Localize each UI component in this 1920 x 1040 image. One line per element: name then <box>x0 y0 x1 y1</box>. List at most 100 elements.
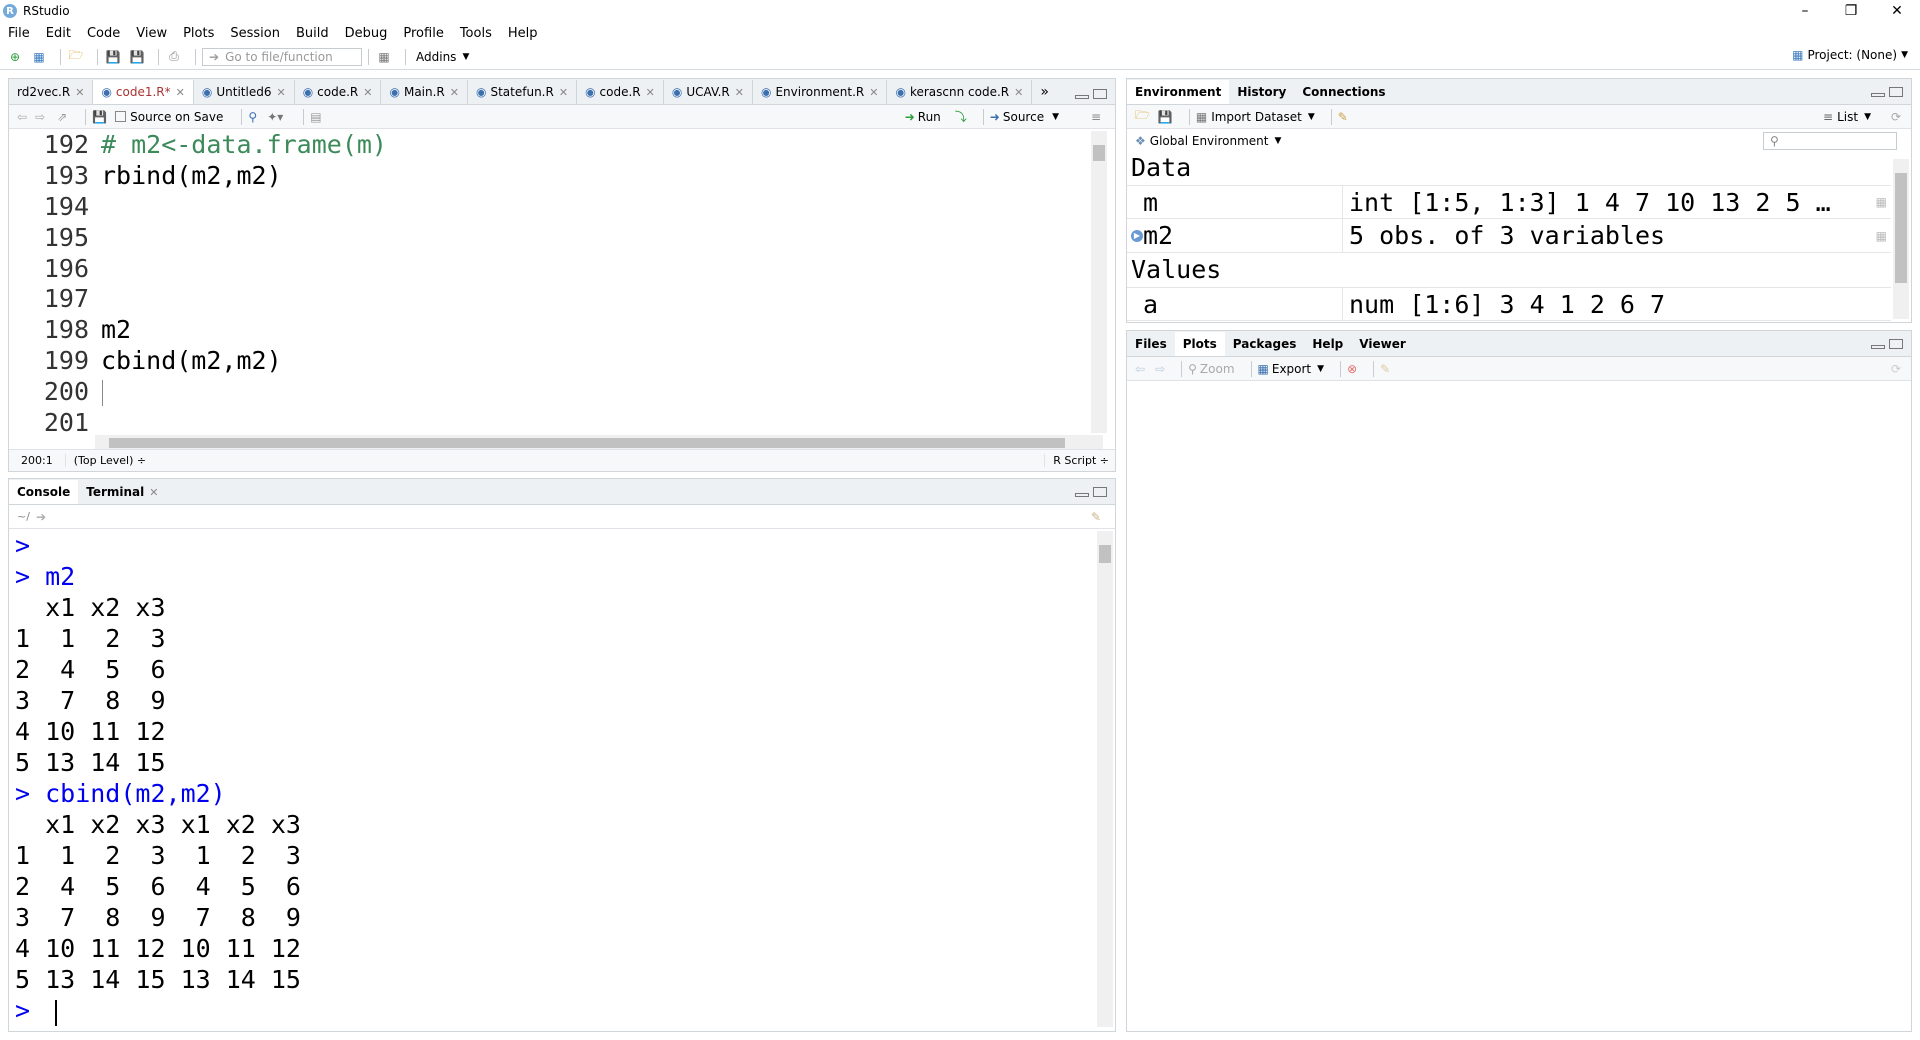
tab-code-2[interactable]: ◉ code.R ✕ <box>577 80 664 104</box>
maximize-pane-icon[interactable] <box>1889 87 1903 97</box>
maximize-pane-icon[interactable] <box>1093 89 1107 99</box>
maximize-pane-icon[interactable] <box>1889 339 1903 349</box>
close-icon[interactable]: ✕ <box>176 86 185 99</box>
menu-session[interactable]: Session <box>230 26 280 41</box>
tab-main[interactable]: ◉ Main.R ✕ <box>381 80 468 104</box>
import-dataset-button[interactable]: Import Dataset <box>1211 110 1302 124</box>
code-line[interactable] <box>101 223 387 254</box>
export-button[interactable]: Export <box>1272 362 1311 376</box>
source-on-save-checkbox[interactable] <box>115 111 127 122</box>
pane-window-controls[interactable] <box>1871 339 1903 349</box>
restore-button[interactable]: ❐ <box>1828 0 1874 22</box>
code-line[interactable] <box>101 254 387 285</box>
compile-report-icon[interactable]: ▤ <box>310 110 321 124</box>
more-tabs-button[interactable]: » <box>1032 80 1057 104</box>
tab-statefun[interactable]: ◉ Statefun.R ✕ <box>468 80 578 104</box>
goto-file-input[interactable]: ➔ Go to file/function <box>202 47 362 66</box>
new-project-icon[interactable]: ▦ <box>30 49 48 65</box>
editor-vertical-scrollbar[interactable] <box>1091 131 1107 433</box>
close-icon[interactable]: ✕ <box>276 86 285 99</box>
code-line[interactable] <box>101 377 387 408</box>
close-icon[interactable]: ✕ <box>75 86 84 99</box>
chevron-down-icon[interactable]: ▼ <box>1274 136 1281 146</box>
save-workspace-icon[interactable]: 💾 <box>1158 110 1173 124</box>
close-icon[interactable]: ✕ <box>450 86 459 99</box>
tab-rd2vec[interactable]: rd2vec.R ✕ <box>9 80 94 104</box>
scope-selector[interactable]: Global Environment <box>1150 134 1269 148</box>
code-line[interactable] <box>101 192 387 223</box>
env-row-m2[interactable]: ▶ m2 5 obs. of 3 variables ▦ <box>1127 219 1891 253</box>
grid-layout-icon[interactable]: ▦ <box>375 49 393 65</box>
close-window-button[interactable]: ✕ <box>1874 0 1920 22</box>
go-to-directory-icon[interactable]: ➔ <box>36 510 46 524</box>
print-icon[interactable]: ⎙ <box>165 49 183 65</box>
tab-ucav[interactable]: ◉ UCAV.R ✕ <box>664 80 753 104</box>
save-all-icon[interactable]: 💾 <box>128 49 146 65</box>
clear-objects-broom-icon[interactable]: ✎ <box>1338 110 1348 124</box>
pane-window-controls[interactable] <box>1075 89 1107 99</box>
run-button[interactable]: Run <box>918 110 941 124</box>
new-file-icon[interactable]: ⊕ <box>6 49 24 65</box>
remove-plot-icon[interactable]: ⊗ <box>1347 362 1357 376</box>
save-icon[interactable]: 💾 <box>92 110 107 124</box>
open-file-icon[interactable]: 🗁 <box>67 48 85 65</box>
close-icon[interactable]: ✕ <box>869 86 878 99</box>
scroll-thumb[interactable] <box>1093 145 1105 161</box>
minimize-pane-icon[interactable] <box>1075 95 1089 99</box>
chevron-down-icon[interactable]: ▼ <box>1317 364 1324 374</box>
close-icon[interactable]: ✕ <box>646 86 655 99</box>
code-tools-wand-icon[interactable]: ✦▾ <box>267 110 283 124</box>
load-workspace-icon[interactable]: 🗁 <box>1135 106 1150 127</box>
menu-tools[interactable]: Tools <box>460 26 492 41</box>
code-line[interactable]: rbind(m2,m2) <box>101 161 387 192</box>
tab-plots[interactable]: Plots <box>1174 332 1225 356</box>
scope-selector[interactable]: (Top Level) ÷ <box>66 454 146 467</box>
menu-profile[interactable]: Profile <box>403 26 443 41</box>
close-icon[interactable]: ✕ <box>559 86 568 99</box>
scroll-thumb[interactable] <box>109 438 1065 448</box>
close-icon[interactable]: ✕ <box>149 486 158 499</box>
menu-plots[interactable]: Plots <box>183 26 214 41</box>
save-icon[interactable]: 💾 <box>104 49 122 65</box>
clear-console-broom-icon[interactable]: ✎ <box>1091 510 1101 524</box>
zoom-button[interactable]: Zoom <box>1200 362 1235 376</box>
code-line[interactable]: m2 <box>101 315 387 346</box>
tab-kerascnn[interactable]: ◉ kerascnn code.R ✕ <box>887 80 1033 104</box>
pane-window-controls[interactable] <box>1871 87 1903 97</box>
chevron-down-icon[interactable]: ▼ <box>1308 112 1315 122</box>
tab-connections[interactable]: Connections <box>1294 80 1393 104</box>
project-menu[interactable]: ▦ Project: (None) ▼ <box>1792 48 1908 62</box>
minimize-pane-icon[interactable] <box>1075 493 1089 497</box>
tab-console[interactable]: Console <box>9 480 79 504</box>
refresh-icon[interactable]: ⟳ <box>1891 110 1901 124</box>
expand-icon[interactable]: ▶ <box>1131 229 1143 242</box>
menu-help[interactable]: Help <box>508 26 538 41</box>
close-icon[interactable]: ✕ <box>735 86 744 99</box>
code-lines[interactable]: # m2<-data.frame(m) rbind(m2,m2) m2 cbind(m… <box>101 130 387 439</box>
tab-code1[interactable]: ◉ code1.R* ✕ <box>93 80 194 104</box>
pane-window-controls[interactable] <box>1075 487 1107 497</box>
tab-environment[interactable]: Environment <box>1127 80 1230 104</box>
close-icon[interactable]: ✕ <box>363 86 372 99</box>
environment-search-input[interactable]: ⚲ <box>1763 132 1897 150</box>
minimize-button[interactable]: – <box>1782 0 1828 22</box>
code-line[interactable]: # m2<-data.frame(m) <box>101 130 387 161</box>
rerun-icon[interactable]: ⤵ <box>955 108 967 125</box>
forward-icon[interactable]: ⇨ <box>35 110 45 124</box>
console-output[interactable]: > > m2 x1 x2 x3 1 1 2 32 4 5 63 7 8 94 10 … <box>15 530 1085 1028</box>
code-area[interactable]: 192 193 194 195 196 197 198 199 200 201 # m2<-dat… <box>9 130 1091 439</box>
tab-files[interactable]: Files <box>1127 332 1175 356</box>
next-plot-icon[interactable]: ⇨ <box>1155 362 1165 376</box>
scroll-thumb[interactable] <box>1895 173 1907 283</box>
chevron-down-icon[interactable]: ▼ <box>1864 112 1871 122</box>
environment-vertical-scrollbar[interactable] <box>1893 159 1909 319</box>
tab-code[interactable]: ◉ code.R ✕ <box>295 80 382 104</box>
source-button[interactable]: Source <box>1003 110 1044 124</box>
menu-build[interactable]: Build <box>296 26 329 41</box>
tab-packages[interactable]: Packages <box>1225 332 1305 356</box>
tab-untitled6[interactable]: ◉ Untitled6 ✕ <box>194 80 295 104</box>
search-icon[interactable]: ⚲ <box>248 110 257 124</box>
addins-button[interactable]: Addins <box>416 50 456 64</box>
code-line[interactable]: cbind(m2,m2) <box>101 346 387 377</box>
tab-help[interactable]: Help <box>1304 332 1351 356</box>
